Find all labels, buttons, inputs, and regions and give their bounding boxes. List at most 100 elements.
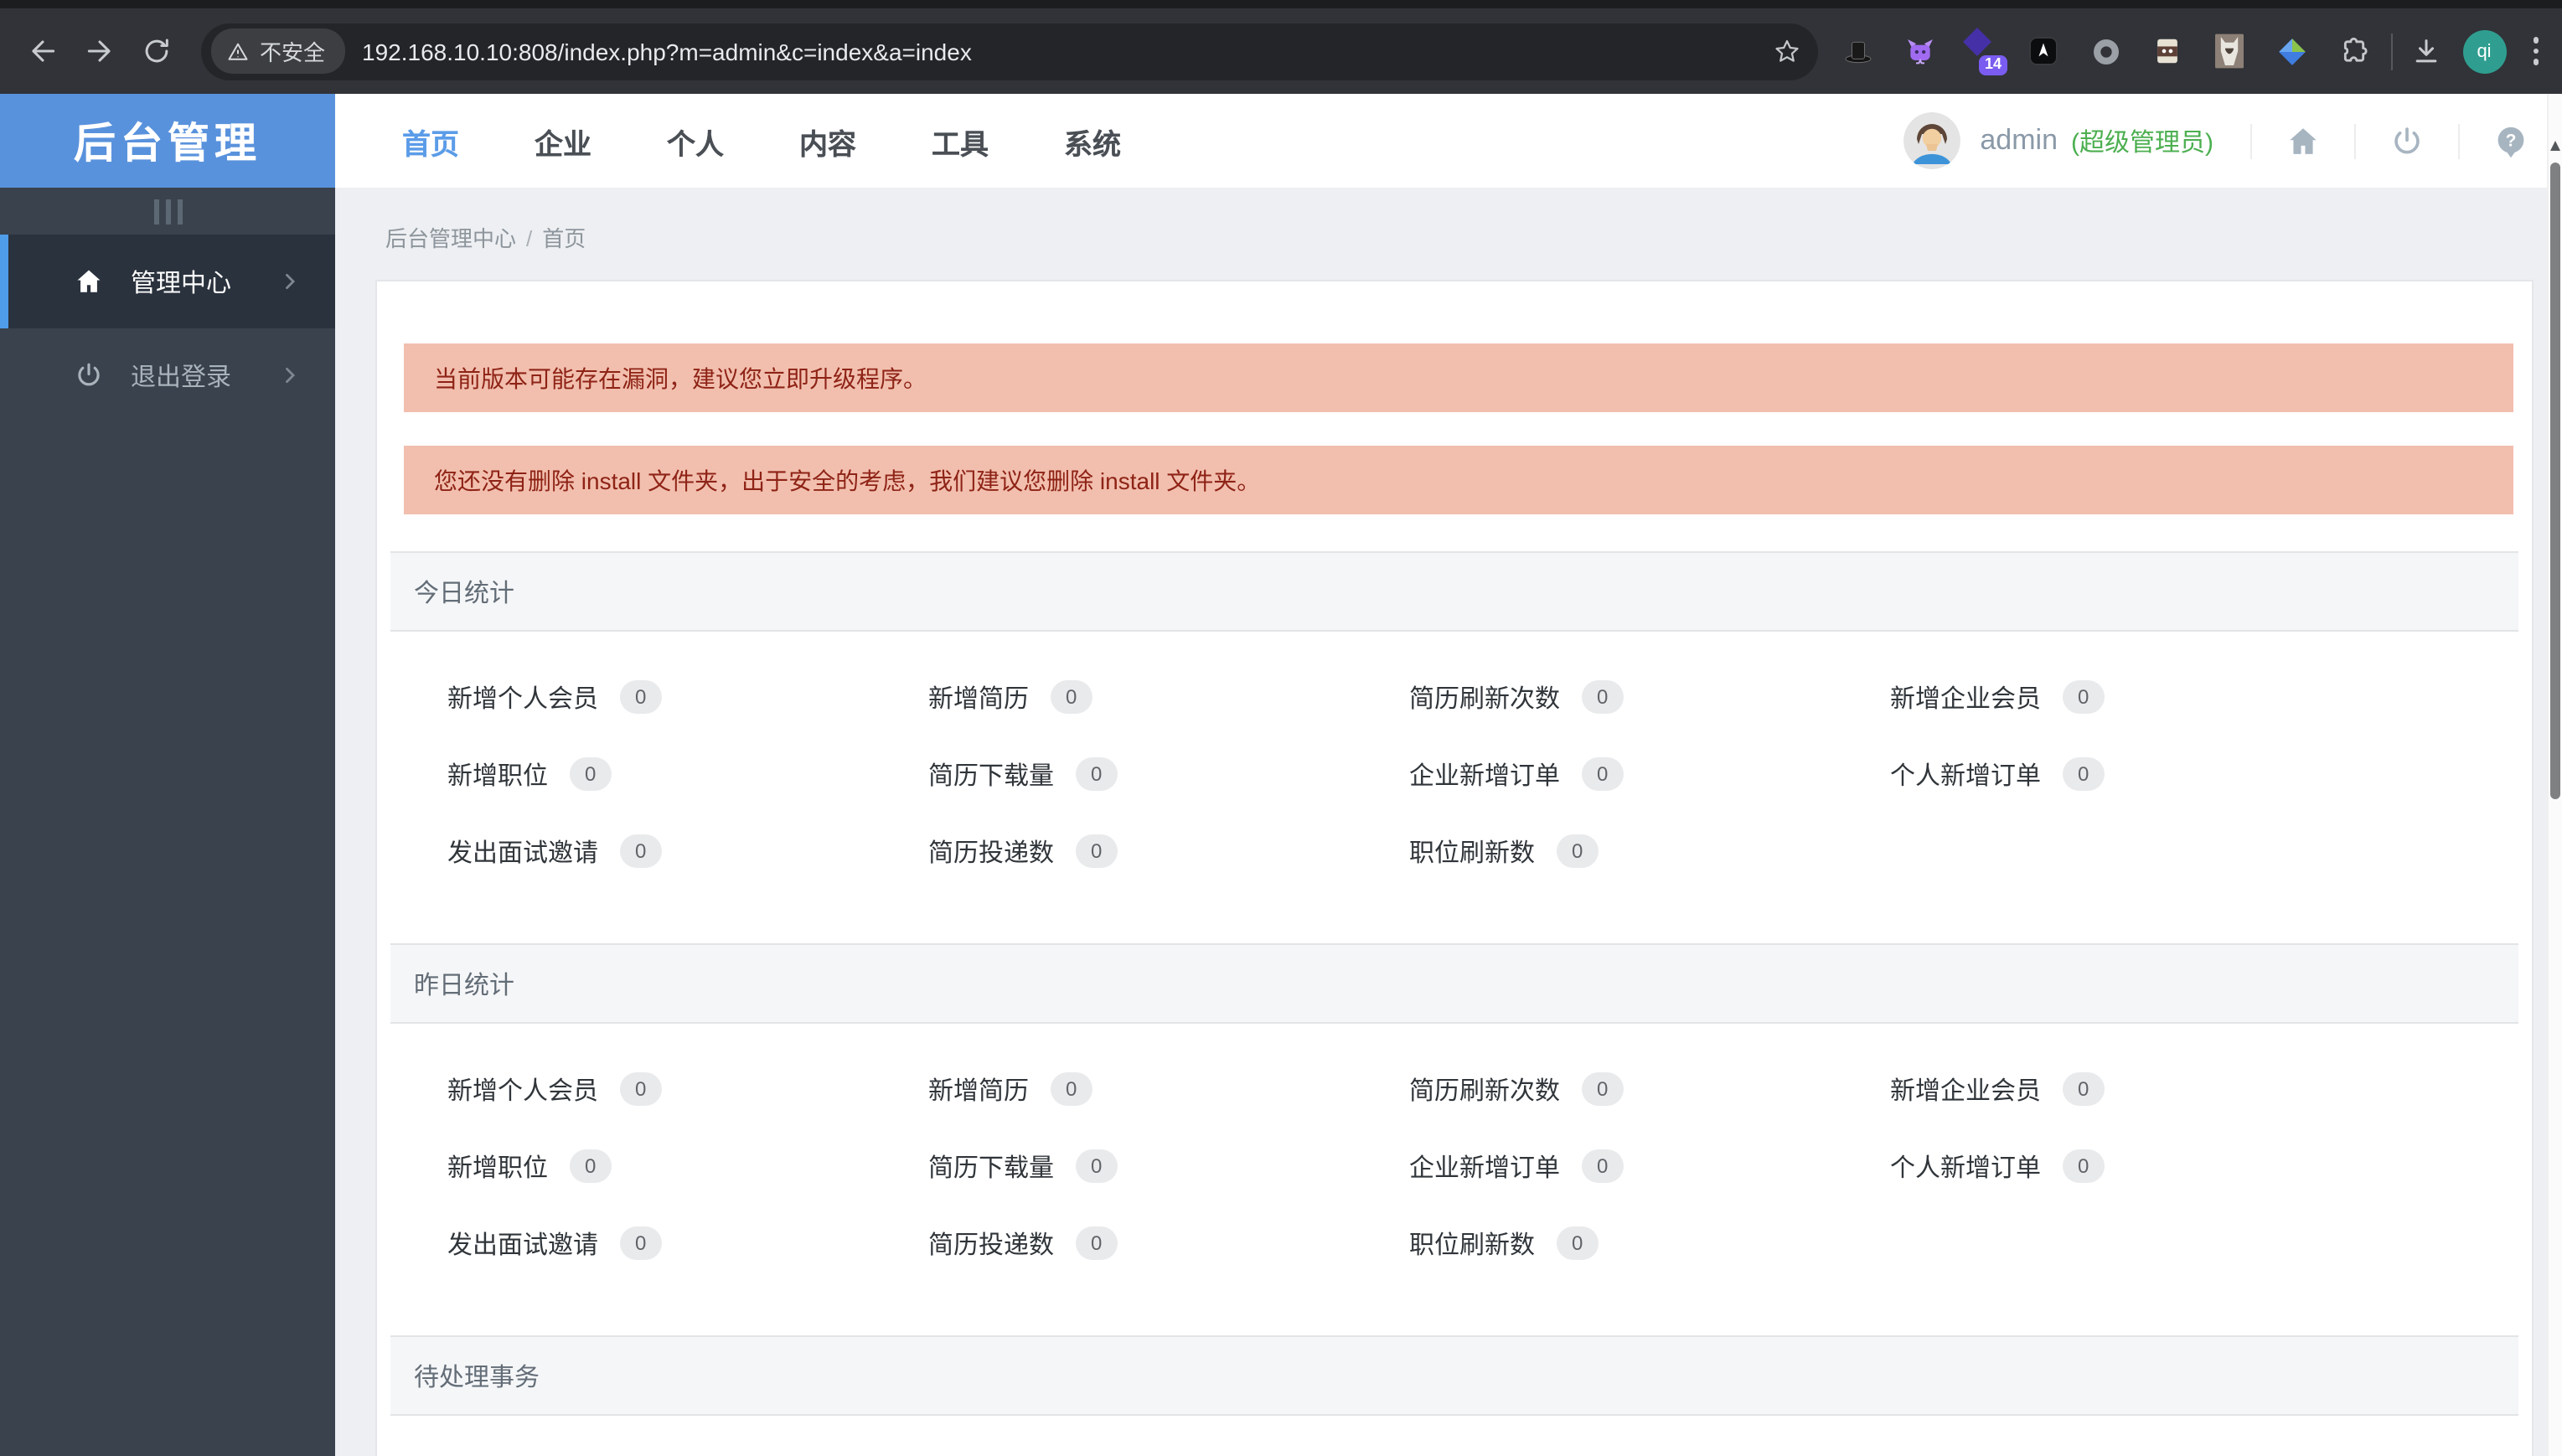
tab-system[interactable]: 系统 <box>1064 120 1121 162</box>
stat-item[interactable]: 新增职位 0 <box>447 736 928 813</box>
stat-item[interactable]: 新增企业会员 0 <box>1890 1051 2371 1128</box>
stat-label: 发出面试邀请 <box>447 839 599 867</box>
stat-item[interactable]: 个人新增订单 0 <box>1890 1128 2371 1205</box>
back-arrow-icon <box>31 40 54 62</box>
breadcrumb-root[interactable]: 后台管理中心 <box>385 226 516 251</box>
stat-item[interactable]: 新增简历 0 <box>928 1051 1409 1128</box>
cursor-extension-icon[interactable] <box>2023 31 2064 71</box>
section-header: 今日统计 <box>390 551 2518 632</box>
main-row: 管理中心 退出登录 后台管理中心 / 首页 当前版本可能存在漏洞，建议您立即升级程序… <box>0 188 2562 1456</box>
reload-icon <box>144 39 168 63</box>
diamond-extension-icon[interactable] <box>2271 31 2311 71</box>
hat-extension-icon[interactable] <box>1837 31 1878 71</box>
browser-back-button[interactable] <box>13 23 70 80</box>
sidebar-item-label: 退出登录 <box>131 363 232 391</box>
browser-reload-button[interactable] <box>127 23 184 80</box>
stat-item[interactable]: 职位刷新数 0 <box>1409 813 1890 890</box>
calendar-14-extension-icon[interactable]: 14 <box>1961 27 2007 75</box>
stat-item[interactable]: 待认证企业0 <box>928 1443 1409 1456</box>
security-chip[interactable]: 不安全 <box>211 28 346 74</box>
stat-item[interactable]: 举报信息0 <box>1409 1443 1890 1456</box>
stat-label: 新增企业会员 <box>1890 684 2042 713</box>
section-title: 昨日统计 <box>414 971 515 999</box>
browser-chrome: 不安全 192.168.10.10:808/index.php?m=admin&… <box>0 0 2562 94</box>
stat-item[interactable]: 简历投递数 0 <box>928 1205 1409 1282</box>
stat-label: 新增职位 <box>447 1154 549 1182</box>
stat-value-badge: 0 <box>2063 680 2105 714</box>
sidebar-item-label: 管理中心 <box>131 269 232 297</box>
stat-label: 简历刷新次数 <box>1409 684 1561 713</box>
scrollbar-up-arrow[interactable] <box>2550 141 2560 151</box>
stat-label: 企业新增订单 <box>1409 762 1561 790</box>
tab-tools[interactable]: 工具 <box>932 120 989 162</box>
question-icon: ? <box>2497 126 2524 157</box>
stat-item[interactable]: 待审核职位0 <box>447 1443 928 1456</box>
stats-grid: 待审核职位0待认证企业0举报信息0待审核简历0待审核简历照片/作品0意见/建议0 <box>447 1416 2482 1456</box>
user-name[interactable]: admin <box>1980 124 2058 157</box>
chevron-right-icon <box>286 274 296 289</box>
stat-label: 新增企业会员 <box>1890 1077 2042 1105</box>
extension-badge: 14 <box>1979 54 2007 75</box>
url-text: 192.168.10.10:808/index.php?m=admin&c=in… <box>362 38 972 65</box>
browser-menu-button[interactable] <box>2526 31 2545 72</box>
stat-value-badge: 0 <box>1076 757 1118 791</box>
tab-content[interactable]: 内容 <box>799 120 856 162</box>
user-avatar[interactable] <box>1903 112 1960 169</box>
stat-label: 简历刷新次数 <box>1409 1077 1561 1105</box>
stat-value-badge: 0 <box>570 757 612 791</box>
stat-item[interactable]: 新增个人会员 0 <box>447 658 928 736</box>
browser-profile-avatar[interactable]: qi <box>2462 29 2506 73</box>
screen: 不安全 192.168.10.10:808/index.php?m=admin&… <box>0 0 2562 1456</box>
stat-label: 新增简历 <box>928 1077 1030 1105</box>
sidebar-item-logout[interactable]: 退出登录 <box>0 328 335 422</box>
stat-item[interactable]: 职位刷新数 0 <box>1409 1205 1890 1282</box>
section-title: 待处理事务 <box>414 1363 540 1391</box>
stat-label: 简历投递数 <box>928 1231 1055 1259</box>
stat-value-badge: 0 <box>1076 1149 1118 1183</box>
stat-item[interactable]: 发出面试邀请 0 <box>447 813 928 890</box>
stat-value-badge: 0 <box>2063 1149 2105 1183</box>
page-scrollbar <box>2547 94 2562 1456</box>
tab-personal[interactable]: 个人 <box>667 120 724 162</box>
stat-item[interactable]: 简历投递数 0 <box>928 813 1409 890</box>
dashboard-card: 当前版本可能存在漏洞，建议您立即升级程序。 您还没有删除 install 文件夹，… <box>375 280 2534 1456</box>
mask-extension-icon[interactable] <box>2147 31 2188 71</box>
breadcrumb-separator: / <box>526 226 533 251</box>
sidebar-collapse-handle[interactable] <box>0 188 335 235</box>
ring-extension-icon[interactable] <box>2085 31 2126 71</box>
download-icon <box>2415 39 2436 62</box>
sidebar-item-admin-center[interactable]: 管理中心 <box>0 235 335 328</box>
stat-item[interactable]: 简历刷新次数 0 <box>1409 1051 1890 1128</box>
stat-item[interactable]: 新增个人会员 0 <box>447 1051 928 1128</box>
stat-item[interactable]: 新增企业会员 0 <box>1890 658 2371 736</box>
stat-value-badge: 0 <box>620 1226 662 1260</box>
stat-item[interactable]: 待审核简历0 <box>1890 1443 2371 1456</box>
stat-item[interactable]: 发出面试邀请 0 <box>447 1205 928 1282</box>
forward-arrow-icon <box>86 40 110 62</box>
husky-extension-icon[interactable] <box>2209 31 2249 71</box>
tab-enterprise[interactable]: 企业 <box>535 120 591 162</box>
tab-home[interactable]: 首页 <box>402 120 459 162</box>
extensions-puzzle-button[interactable] <box>2333 31 2373 71</box>
stat-item[interactable]: 新增职位 0 <box>447 1128 928 1205</box>
stat-item[interactable]: 个人新增订单 0 <box>1890 736 2371 813</box>
logout-button[interactable] <box>2354 123 2458 158</box>
user-role: (超级管理员) <box>2071 128 2213 157</box>
monster-extension-icon[interactable] <box>1899 31 1940 71</box>
stat-item[interactable]: 企业新增订单 0 <box>1409 1128 1890 1205</box>
address-bar[interactable]: 不安全 192.168.10.10:808/index.php?m=admin&… <box>201 23 1817 80</box>
stat-item[interactable]: 简历下载量 0 <box>928 1128 1409 1205</box>
browser-forward-button[interactable] <box>70 23 127 80</box>
stat-item[interactable]: 新增简历 0 <box>928 658 1409 736</box>
breadcrumb-current: 首页 <box>542 226 586 251</box>
downloads-button[interactable] <box>2409 34 2442 68</box>
scrollbar-thumb[interactable] <box>2550 163 2560 799</box>
stat-item[interactable]: 简历刷新次数 0 <box>1409 658 1890 736</box>
bookmark-star-button[interactable] <box>1772 37 1800 65</box>
stat-label: 职位刷新数 <box>1409 839 1536 867</box>
stat-item[interactable]: 企业新增订单 0 <box>1409 736 1890 813</box>
stat-item[interactable]: 简历下载量 0 <box>928 736 1409 813</box>
home-button[interactable] <box>2250 123 2354 158</box>
stat-value-badge: 0 <box>1582 1072 1624 1106</box>
warning-triangle-icon <box>228 42 248 59</box>
